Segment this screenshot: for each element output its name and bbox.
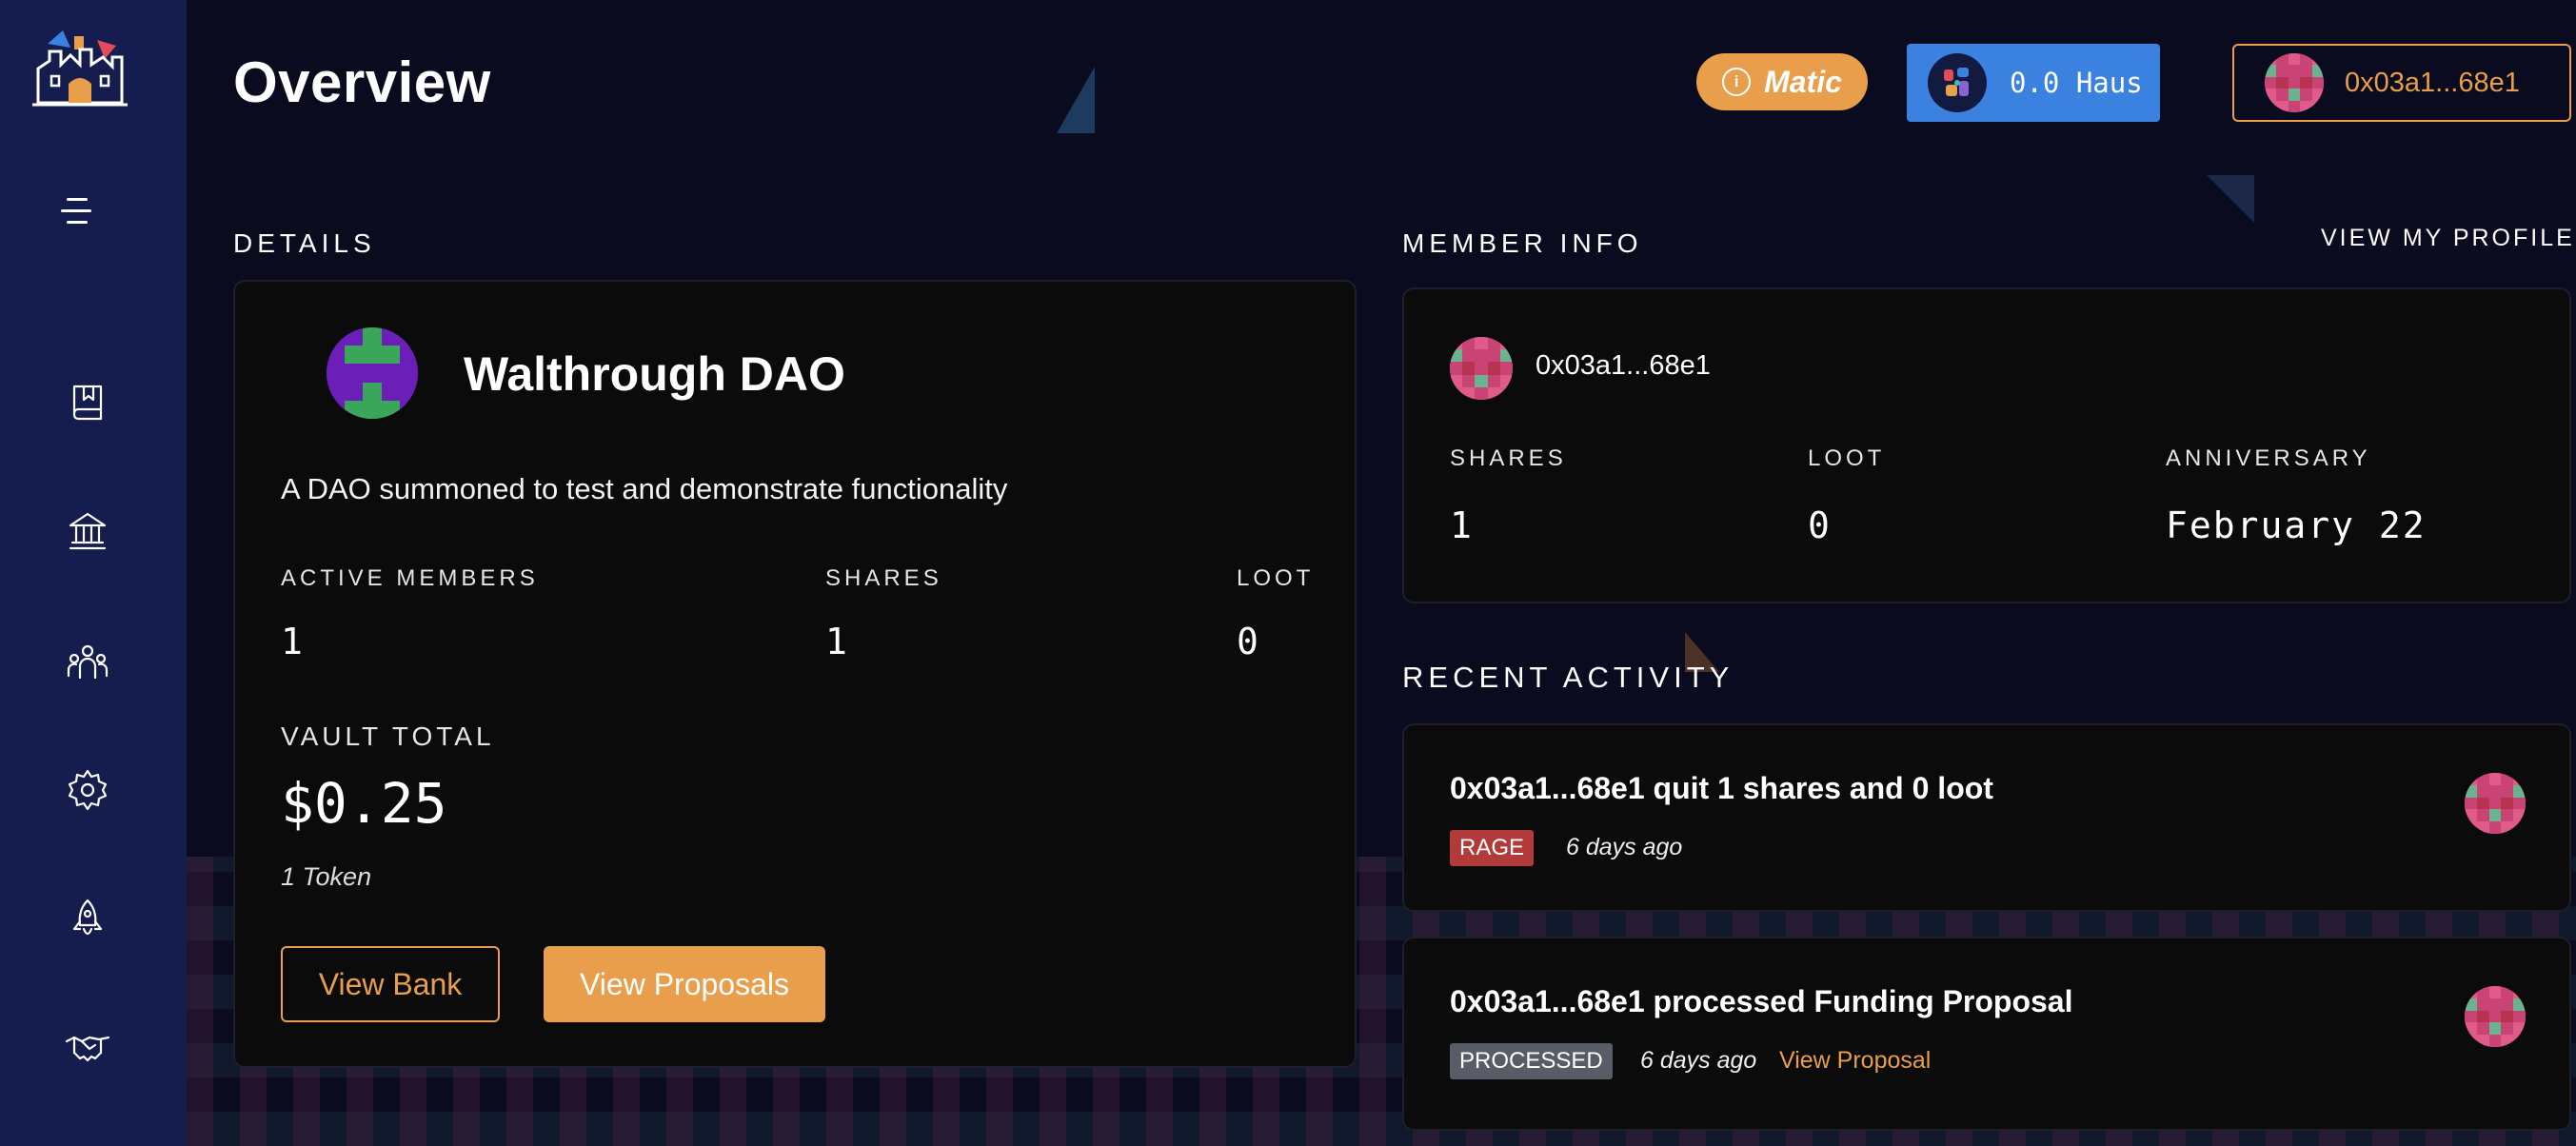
members-icon[interactable] — [59, 634, 116, 691]
activity-time: 6 days ago — [1640, 1047, 1757, 1074]
book-icon[interactable] — [59, 373, 116, 430]
activity-avatar — [2465, 986, 2526, 1047]
anniversary-label: ANNIVERSARY — [2166, 445, 2371, 471]
details-heading: DETAILS — [233, 228, 376, 258]
activity-avatar — [2465, 773, 2526, 834]
vault-total-value: $0.25 — [281, 771, 447, 836]
anniversary-value: February 22 — [2166, 504, 2427, 546]
view-proposals-button[interactable]: View Proposals — [544, 946, 825, 1022]
sidebar — [0, 0, 187, 1146]
haus-balance-button[interactable]: 0.0 Haus — [1907, 44, 2160, 122]
network-label: Matic — [1764, 64, 1842, 99]
vault-total-label: VAULT TOTAL — [281, 721, 495, 751]
view-bank-button[interactable]: View Bank — [281, 946, 500, 1022]
member-address: 0x03a1...68e1 — [1536, 350, 1711, 381]
info-icon: i — [1722, 68, 1752, 96]
view-my-profile-link[interactable]: VIEW MY PROFILE — [2321, 225, 2575, 252]
rocket-icon[interactable] — [59, 891, 116, 948]
member-avatar — [1450, 337, 1513, 400]
member-loot-value: 0 — [1808, 504, 1830, 546]
active-members-value: 1 — [281, 621, 303, 662]
network-badge[interactable]: i Matic — [1696, 53, 1868, 110]
dao-description: A DAO summoned to test and demonstrate f… — [281, 472, 1008, 505]
loot-value: 0 — [1237, 621, 1258, 662]
member-info-heading: MEMBER INFO — [1402, 228, 1643, 258]
rage-tag: RAGE — [1450, 830, 1535, 866]
processed-tag: PROCESSED — [1450, 1043, 1613, 1079]
activity-item[interactable]: 0x03a1...68e1 quit 1 shares and 0 loot R… — [1402, 723, 2571, 912]
details-card: Walthrough DAO A DAO summoned to test an… — [233, 280, 1357, 1068]
loot-label: LOOT — [1237, 565, 1315, 591]
activity-time: 6 days ago — [1566, 834, 1683, 860]
vault-token-count: 1 Token — [281, 862, 372, 891]
activity-title: 0x03a1...68e1 quit 1 shares and 0 loot — [1450, 771, 1993, 805]
view-proposal-link[interactable]: View Proposal — [1779, 1047, 1931, 1075]
member-info-card: 0x03a1...68e1 SHARES 1 LOOT 0 ANNIVERSAR… — [1402, 287, 2571, 603]
dao-avatar — [327, 327, 418, 419]
account-button[interactable]: 0x03a1...68e1 — [2232, 44, 2571, 122]
activity-item[interactable]: 0x03a1...68e1 processed Funding Proposal… — [1402, 937, 2571, 1131]
background-shape — [1057, 67, 1095, 133]
dao-name: Walthrough DAO — [464, 347, 845, 401]
active-members-label: ACTIVE MEMBERS — [281, 565, 539, 591]
handshake-icon[interactable] — [59, 1018, 116, 1076]
menu-icon[interactable] — [61, 194, 97, 228]
bank-icon[interactable] — [59, 503, 116, 560]
haus-balance-label: 0.0 Haus — [2010, 67, 2143, 99]
gear-icon[interactable] — [59, 761, 116, 819]
activity-title: 0x03a1...68e1 processed Funding Proposal — [1450, 984, 2073, 1018]
member-shares-label: SHARES — [1450, 445, 1567, 471]
background-shape — [2207, 175, 2254, 223]
member-shares-value: 1 — [1450, 504, 1472, 546]
haus-logo-icon — [1928, 53, 1987, 112]
shares-label: SHARES — [825, 565, 942, 591]
account-address: 0x03a1...68e1 — [2345, 67, 2520, 98]
member-loot-label: LOOT — [1808, 445, 1886, 471]
page-title: Overview — [233, 50, 491, 114]
recent-activity-heading: RECENT ACTIVITY — [1402, 661, 1734, 694]
account-avatar — [2265, 53, 2324, 112]
shares-value: 1 — [825, 621, 847, 662]
dao-castle-logo[interactable] — [29, 27, 131, 116]
